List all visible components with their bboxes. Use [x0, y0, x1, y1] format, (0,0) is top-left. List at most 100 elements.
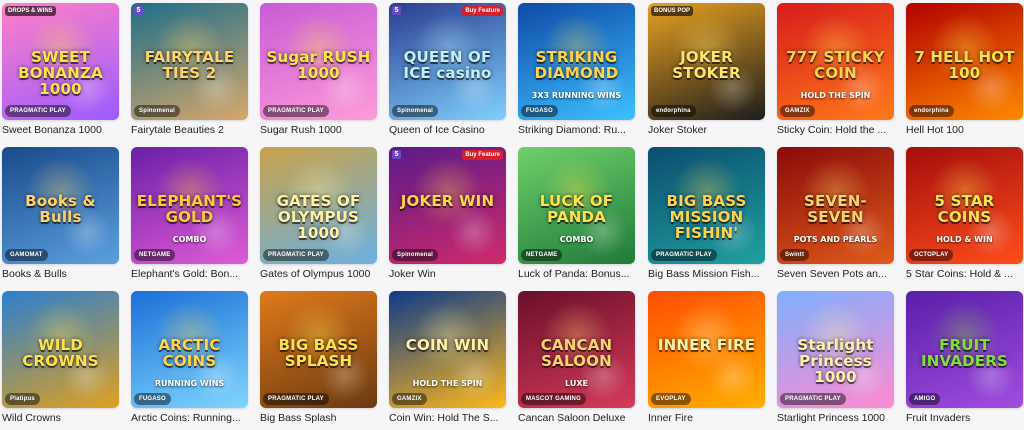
game-card[interactable]: BIG BASS MISSION FISHIN' PRAGMATIC PLAY Bi… — [648, 147, 765, 280]
game-card[interactable]: 777 STICKY COIN HOLD THE SPIN GAMZIX Sticky… — [777, 3, 894, 136]
game-card[interactable]: SEVEN-SEVEN POTS AND PEARLS Swintt Seven Se… — [777, 147, 894, 280]
game-title[interactable]: Queen of Ice Casino — [389, 124, 503, 136]
provider-badge: NETGAME — [134, 249, 176, 261]
game-title[interactable]: Big Bass Splash — [260, 412, 374, 424]
game-title[interactable]: Inner Fire — [648, 412, 762, 424]
number-badge: 5 — [134, 6, 143, 15]
game-card[interactable]: ELEPHANT'S GOLD COMBO NETGAME Elephant's Go… — [131, 147, 248, 280]
game-card[interactable]: QUEEN OF ICE casino Buy Feature 5 Spinomena… — [389, 3, 506, 136]
game-thumbnail[interactable]: STRIKING DIAMOND 3X3 RUNNING WINS FUGASO — [518, 3, 635, 120]
game-title[interactable]: Joker Win — [389, 268, 503, 280]
game-thumbnail[interactable]: SEVEN-SEVEN POTS AND PEARLS Swintt — [777, 147, 894, 264]
game-card[interactable]: SWEET BONANZA 1000 DROPS & WINS PRAGMATIC … — [2, 3, 119, 136]
game-title[interactable]: Wild Crowns — [2, 412, 116, 424]
provider-badge: Spinomenal — [392, 105, 439, 117]
game-title[interactable]: Elephant's Gold: Bon... — [131, 268, 245, 280]
thumbnail-glow — [449, 351, 499, 401]
game-card[interactable]: 7 HELL HOT 100 endorphina Hell Hot 100 — [906, 3, 1023, 136]
game-title[interactable]: Seven Seven Pots an... — [777, 268, 891, 280]
game-thumbnail[interactable]: FAIRYTALE TIES 2 5 Spinomenal — [131, 3, 248, 120]
thumbnail-title: SWEET BONANZA 1000 — [18, 48, 103, 98]
provider-badge: PRAGMATIC PLAY — [263, 393, 329, 405]
thumbnail-title: ELEPHANT'S GOLD — [136, 192, 243, 226]
thumbnail-title: LUCK OF PANDA — [539, 192, 614, 226]
thumbnail-title: FAIRYTALE TIES 2 — [144, 48, 235, 82]
game-card[interactable]: Sugar RUSH 1000 PRAGMATIC PLAY Sugar Rush … — [260, 3, 377, 136]
game-thumbnail[interactable]: WILD CROWNS Platipus — [2, 291, 119, 408]
game-card[interactable]: INNER FIRE EVOPLAY Inner Fire — [648, 291, 765, 424]
game-thumbnail[interactable]: FRUIT INVADERS AMIGO — [906, 291, 1023, 408]
game-title[interactable]: Luck of Panda: Bonus... — [518, 268, 632, 280]
provider-badge: Spinomenal — [134, 105, 181, 117]
game-card[interactable]: ARCTIC COINS RUNNING WINS FUGASO Arctic Coi… — [131, 291, 248, 424]
provider-badge: endorphina — [909, 105, 954, 117]
thumbnail-glow — [708, 351, 758, 401]
game-thumbnail[interactable]: JOKER WIN Buy Feature 5 Spinomenal — [389, 147, 506, 264]
provider-badge: PRAGMATIC PLAY — [263, 105, 329, 117]
game-thumbnail[interactable]: ARCTIC COINS RUNNING WINS FUGASO — [131, 291, 248, 408]
feature-badge: Buy Feature — [462, 6, 503, 16]
game-title[interactable]: 5 Star Coins: Hold & ... — [906, 268, 1020, 280]
game-card[interactable]: COIN WIN HOLD THE SPIN GAMZIX Coin Win: Hol… — [389, 291, 506, 424]
thumbnail-subtitle: COMBO — [172, 235, 207, 244]
game-title[interactable]: Arctic Coins: Running... — [131, 412, 245, 424]
game-card[interactable]: CANCAN SALOON LUXE MASCOT GAMING Cancan Sal… — [518, 291, 635, 424]
game-thumbnail[interactable]: Sugar RUSH 1000 PRAGMATIC PLAY — [260, 3, 377, 120]
game-title[interactable]: Striking Diamond: Ru... — [518, 124, 632, 136]
game-title[interactable]: Sugar Rush 1000 — [260, 124, 374, 136]
game-title[interactable]: Hell Hot 100 — [906, 124, 1020, 136]
thumbnail-title: SEVEN-SEVEN — [804, 192, 867, 226]
game-title[interactable]: Joker Stoker — [648, 124, 762, 136]
game-thumbnail[interactable]: 777 STICKY COIN HOLD THE SPIN GAMZIX — [777, 3, 894, 120]
thumbnail-subtitle: LUXE — [565, 379, 588, 388]
game-card[interactable]: 5 STAR COINS HOLD & WIN OCTOPLAY 5 Star Coi… — [906, 147, 1023, 280]
thumbnail-title: Starlight Princess 1000 — [797, 336, 874, 386]
game-thumbnail[interactable]: COIN WIN HOLD THE SPIN GAMZIX — [389, 291, 506, 408]
game-card[interactable]: LUCK OF PANDA COMBO NETGAME Luck of Panda: … — [518, 147, 635, 280]
game-thumbnail[interactable]: GATES OF OLYMPUS 1000 PRAGMATIC PLAY — [260, 147, 377, 264]
game-thumbnail[interactable]: SWEET BONANZA 1000 DROPS & WINS PRAGMATIC … — [2, 3, 119, 120]
game-thumbnail[interactable]: LUCK OF PANDA COMBO NETGAME — [518, 147, 635, 264]
game-card[interactable]: BIG BASS SPLASH PRAGMATIC PLAY Big Bass Sp… — [260, 291, 377, 424]
game-thumbnail[interactable]: Books & Bulls GAMOMAT — [2, 147, 119, 264]
game-thumbnail[interactable]: 5 STAR COINS HOLD & WIN OCTOPLAY — [906, 147, 1023, 264]
game-title[interactable]: Sweet Bonanza 1000 — [2, 124, 116, 136]
provider-badge: AMIGO — [909, 393, 941, 405]
thumbnail-title: BIG BASS SPLASH — [278, 336, 359, 370]
game-title[interactable]: Fairytale Beauties 2 — [131, 124, 245, 136]
thumbnail-subtitle: POTS AND PEARLS — [793, 235, 878, 244]
thumbnail-subtitle: HOLD THE SPIN — [412, 379, 483, 388]
game-thumbnail[interactable]: 7 HELL HOT 100 endorphina — [906, 3, 1023, 120]
game-thumbnail[interactable]: Starlight Princess 1000 PRAGMATIC PLAY — [777, 291, 894, 408]
game-thumbnail[interactable]: BIG BASS MISSION FISHIN' PRAGMATIC PLAY — [648, 147, 765, 264]
game-thumbnail[interactable]: INNER FIRE EVOPLAY — [648, 291, 765, 408]
game-card[interactable]: STRIKING DIAMOND 3X3 RUNNING WINS FUGASO St… — [518, 3, 635, 136]
provider-badge: FUGASO — [134, 393, 171, 405]
game-card[interactable]: Books & Bulls GAMOMAT Books & Bulls — [2, 147, 119, 280]
game-card[interactable]: Starlight Princess 1000 PRAGMATIC PLAY Sta… — [777, 291, 894, 424]
game-card[interactable]: JOKER STOKER BONUS POP endorphina Joker Sto… — [648, 3, 765, 136]
thumbnail-glow — [449, 207, 499, 257]
game-thumbnail[interactable]: QUEEN OF ICE casino Buy Feature 5 Spinomena… — [389, 3, 506, 120]
game-title[interactable]: Big Bass Mission Fish... — [648, 268, 762, 280]
game-card[interactable]: FAIRYTALE TIES 2 5 Spinomenal Fairytale Bea… — [131, 3, 248, 136]
game-title[interactable]: Gates of Olympus 1000 — [260, 268, 374, 280]
provider-badge: Swintt — [780, 249, 810, 261]
thumbnail-subtitle: HOLD & WIN — [936, 235, 993, 244]
game-title[interactable]: Coin Win: Hold The S... — [389, 412, 503, 424]
game-thumbnail[interactable]: JOKER STOKER BONUS POP endorphina — [648, 3, 765, 120]
game-card[interactable]: FRUIT INVADERS AMIGO Fruit Invaders — [906, 291, 1023, 424]
game-title[interactable]: Fruit Invaders — [906, 412, 1020, 424]
game-card[interactable]: GATES OF OLYMPUS 1000 PRAGMATIC PLAY Gates… — [260, 147, 377, 280]
game-thumbnail[interactable]: ELEPHANT'S GOLD COMBO NETGAME — [131, 147, 248, 264]
thumbnail-title: FRUIT INVADERS — [921, 336, 1008, 370]
game-thumbnail[interactable]: BIG BASS SPLASH PRAGMATIC PLAY — [260, 291, 377, 408]
game-thumbnail[interactable]: CANCAN SALOON LUXE MASCOT GAMING — [518, 291, 635, 408]
game-title[interactable]: Cancan Saloon Deluxe — [518, 412, 632, 424]
game-title[interactable]: Sticky Coin: Hold the ... — [777, 124, 891, 136]
thumbnail-title: STRIKING DIAMOND — [534, 48, 619, 82]
game-card[interactable]: JOKER WIN Buy Feature 5 Spinomenal Joker Win — [389, 147, 506, 280]
game-title[interactable]: Books & Bulls — [2, 268, 116, 280]
game-card[interactable]: WILD CROWNS Platipus Wild Crowns — [2, 291, 119, 424]
game-title[interactable]: Starlight Princess 1000 — [777, 412, 891, 424]
